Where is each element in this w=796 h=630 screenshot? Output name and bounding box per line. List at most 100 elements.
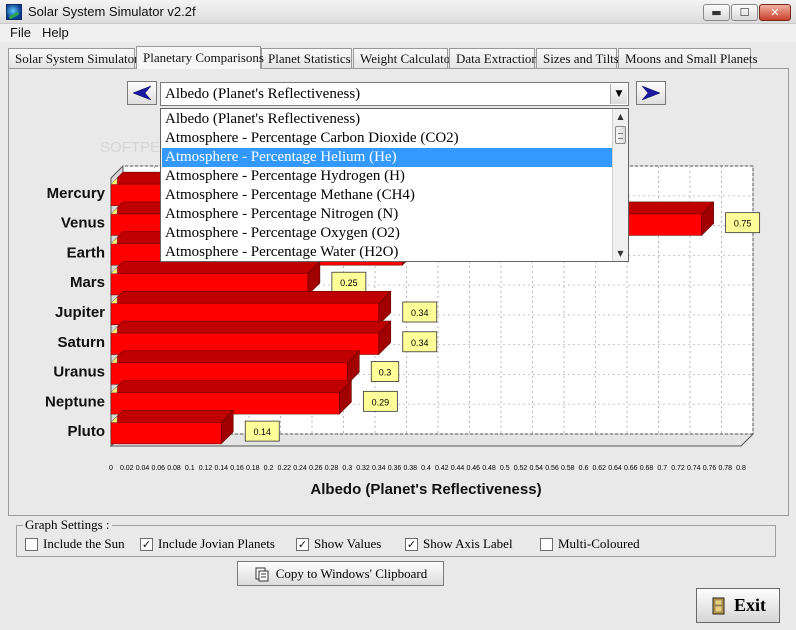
multi-coloured-label: Multi-Coloured xyxy=(558,536,640,551)
x-tick-label: 0.76 xyxy=(703,465,717,472)
option-oxygen[interactable]: Atmosphere - Percentage Oxygen (O2) xyxy=(162,224,613,243)
x-tick-label: 0.48 xyxy=(482,465,496,472)
category-label-earth: Earth xyxy=(67,244,105,261)
exit-button-label: Exit xyxy=(733,595,766,615)
include-sun-option[interactable]: Include the Sun xyxy=(25,536,125,552)
x-tick-label: 0.28 xyxy=(325,465,339,472)
x-tick-label: 0.56 xyxy=(545,465,559,472)
exit-button[interactable]: Exit xyxy=(696,588,780,623)
copy-to-clipboard-button[interactable]: Copy to Windows' Clipboard xyxy=(237,561,444,586)
x-tick-label: 0.34 xyxy=(372,465,386,472)
x-tick-label: 0.72 xyxy=(671,465,685,472)
show-values-checkbox[interactable]: ✓ xyxy=(296,537,309,551)
x-tick-label: 0.1 xyxy=(185,465,195,472)
x-tick-label: 0.62 xyxy=(592,465,606,472)
x-tick-label: 0.18 xyxy=(246,465,260,472)
x-tick-label: 0.06 xyxy=(151,465,165,472)
include-jovian-checkbox[interactable]: ✓ xyxy=(140,537,153,551)
include-jovian-option[interactable]: ✓ Include Jovian Planets xyxy=(140,536,275,552)
x-tick-label: 0.38 xyxy=(403,465,417,472)
include-sun-checkbox[interactable] xyxy=(25,537,38,551)
show-axis-label-option[interactable]: ✓ Show Axis Label xyxy=(405,536,513,552)
x-tick-label: 0.74 xyxy=(687,465,701,472)
option-methane[interactable]: Atmosphere - Percentage Methane (CH4) xyxy=(162,186,613,205)
x-tick-label: 0.32 xyxy=(356,465,370,472)
x-tick-label: 0.68 xyxy=(640,465,654,472)
include-jovian-label: Include Jovian Planets xyxy=(158,536,275,551)
value-label-neptune: 0.29 xyxy=(372,397,390,407)
value-label-saturn: 0.34 xyxy=(411,338,429,348)
option-albedo[interactable]: Albedo (Planet's Reflectiveness) xyxy=(162,110,613,129)
x-tick-label: 0.52 xyxy=(514,465,528,472)
exit-door-icon xyxy=(712,597,725,614)
category-label-jupiter: Jupiter xyxy=(55,304,105,321)
x-tick-label: 0.4 xyxy=(421,465,431,472)
x-tick-label: 0.5 xyxy=(500,465,510,472)
option-co2[interactable]: Atmosphere - Percentage Carbon Dioxide (… xyxy=(162,129,613,148)
previous-button[interactable] xyxy=(127,81,157,105)
tab-planetary-comparisons[interactable]: Planetary Comparisons xyxy=(136,46,264,69)
x-axis-label: Albedo (Planet's Reflectiveness) xyxy=(310,481,541,498)
x-tick-label: 0.8 xyxy=(736,465,746,472)
multi-coloured-checkbox[interactable] xyxy=(540,537,553,551)
next-button[interactable] xyxy=(636,81,666,105)
x-tick-label: 0.66 xyxy=(624,465,638,472)
category-label-pluto: Pluto xyxy=(68,423,106,440)
bar-pluto xyxy=(110,422,222,445)
x-tick-label: 0.2 xyxy=(264,465,274,472)
bar-top-saturn xyxy=(110,320,392,334)
x-tick-label: 0.58 xyxy=(561,465,575,472)
scroll-thumb[interactable] xyxy=(615,126,626,144)
option-nitrogen[interactable]: Atmosphere - Percentage Nitrogen (N) xyxy=(162,205,613,224)
value-label-uranus: 0.3 xyxy=(379,368,392,378)
category-label-neptune: Neptune xyxy=(45,393,105,410)
x-tick-label: 0.42 xyxy=(435,465,449,472)
x-tick-label: 0.02 xyxy=(120,465,134,472)
category-label-venus: Venus xyxy=(61,215,105,232)
comparison-select[interactable]: Albedo (Planet's Reflectiveness) ▼ xyxy=(160,82,629,106)
category-label-uranus: Uranus xyxy=(53,364,105,381)
value-label-pluto: 0.14 xyxy=(253,427,271,437)
x-tick-label: 0.08 xyxy=(167,465,181,472)
comparison-select-value: Albedo (Planet's Reflectiveness) xyxy=(165,86,361,102)
scroll-down-icon[interactable]: ▼ xyxy=(613,246,628,261)
x-tick-label: 0.14 xyxy=(214,465,228,472)
x-tick-label: 0.22 xyxy=(277,465,291,472)
value-label-jupiter: 0.34 xyxy=(411,308,429,318)
option-water[interactable]: Atmosphere - Percentage Water (H2O) xyxy=(162,243,613,262)
x-tick-label: 0.46 xyxy=(466,465,480,472)
x-tick-label: 0.6 xyxy=(579,465,589,472)
x-tick-label: 0.3 xyxy=(342,465,352,472)
show-values-label: Show Values xyxy=(314,536,382,551)
arrow-left-icon xyxy=(132,85,152,101)
value-label-venus: 0.75 xyxy=(734,219,752,229)
x-tick-label: 0.78 xyxy=(718,465,732,472)
x-tick-label: 0.26 xyxy=(309,465,323,472)
show-axis-label-label: Show Axis Label xyxy=(423,536,513,551)
multi-coloured-option[interactable]: Multi-Coloured xyxy=(540,536,640,552)
bar-top-neptune xyxy=(110,380,353,393)
category-label-mercury: Mercury xyxy=(47,185,106,202)
dropdown-button[interactable]: ▼ xyxy=(610,84,627,104)
x-tick-label: 0.04 xyxy=(136,465,150,472)
chevron-down-icon: ▼ xyxy=(615,89,623,99)
show-values-option[interactable]: ✓ Show Values xyxy=(296,536,381,552)
value-label-mars: 0.25 xyxy=(340,278,358,288)
x-tick-label: 0 xyxy=(109,465,113,472)
bar-top-uranus xyxy=(110,350,360,364)
copy-button-label: Copy to Windows' Clipboard xyxy=(275,565,428,581)
comparison-dropdown-list: Albedo (Planet's Reflectiveness) Atmosph… xyxy=(160,108,629,262)
x-tick-label: 0.54 xyxy=(529,465,543,472)
category-label-mars: Mars xyxy=(70,274,105,291)
graph-settings-group: Graph Settings : Include the Sun ✓ Inclu… xyxy=(16,517,776,557)
category-label-saturn: Saturn xyxy=(57,334,105,351)
option-helium[interactable]: Atmosphere - Percentage Helium (He) xyxy=(162,148,613,167)
scroll-up-icon[interactable]: ▲ xyxy=(613,109,628,124)
option-hydrogen[interactable]: Atmosphere - Percentage Hydrogen (H) xyxy=(162,167,613,186)
bar-top-mars xyxy=(110,261,321,274)
x-tick-label: 0.7 xyxy=(657,465,667,472)
dropdown-scrollbar[interactable]: ▲ ▼ xyxy=(612,109,628,261)
show-axis-label-checkbox[interactable]: ✓ xyxy=(405,537,418,551)
x-tick-label: 0.24 xyxy=(293,465,307,472)
graph-settings-title: Graph Settings : xyxy=(23,517,112,533)
